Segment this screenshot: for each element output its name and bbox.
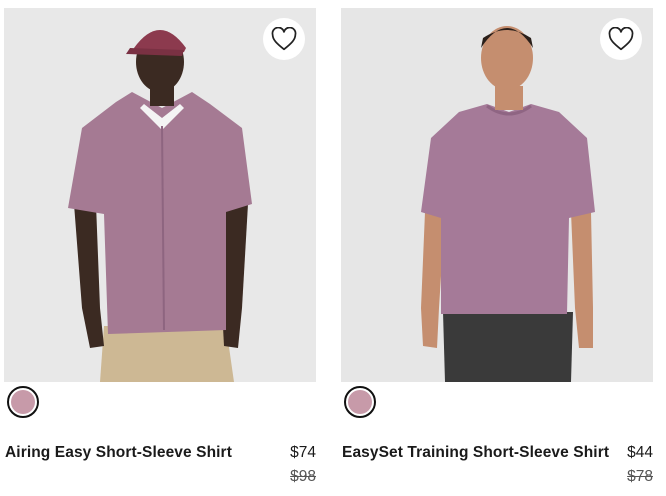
color-swatch[interactable] [7, 386, 39, 418]
product-name[interactable]: Airing Easy Short-Sleeve Shirt [5, 444, 232, 462]
favorite-button[interactable] [263, 18, 305, 60]
heart-outline-icon [608, 27, 634, 51]
swatch-color-dot [11, 390, 35, 414]
sale-price: $44 [627, 444, 653, 461]
product-name[interactable]: EasySet Training Short-Sleeve Shirt [342, 444, 609, 462]
sale-price: $74 [290, 444, 316, 461]
color-swatch[interactable] [344, 386, 376, 418]
product-image[interactable] [4, 8, 316, 382]
heart-outline-icon [271, 27, 297, 51]
original-price: $98 [290, 468, 316, 485]
favorite-button[interactable] [600, 18, 642, 60]
product-image[interactable] [341, 8, 653, 382]
product-card[interactable]: EasySet Training Short-Sleeve Shirt $44 … [341, 8, 653, 496]
product-card[interactable]: Airing Easy Short-Sleeve Shirt $74 $98 [4, 8, 316, 496]
swatch-color-dot [348, 390, 372, 414]
original-price: $78 [627, 468, 653, 485]
